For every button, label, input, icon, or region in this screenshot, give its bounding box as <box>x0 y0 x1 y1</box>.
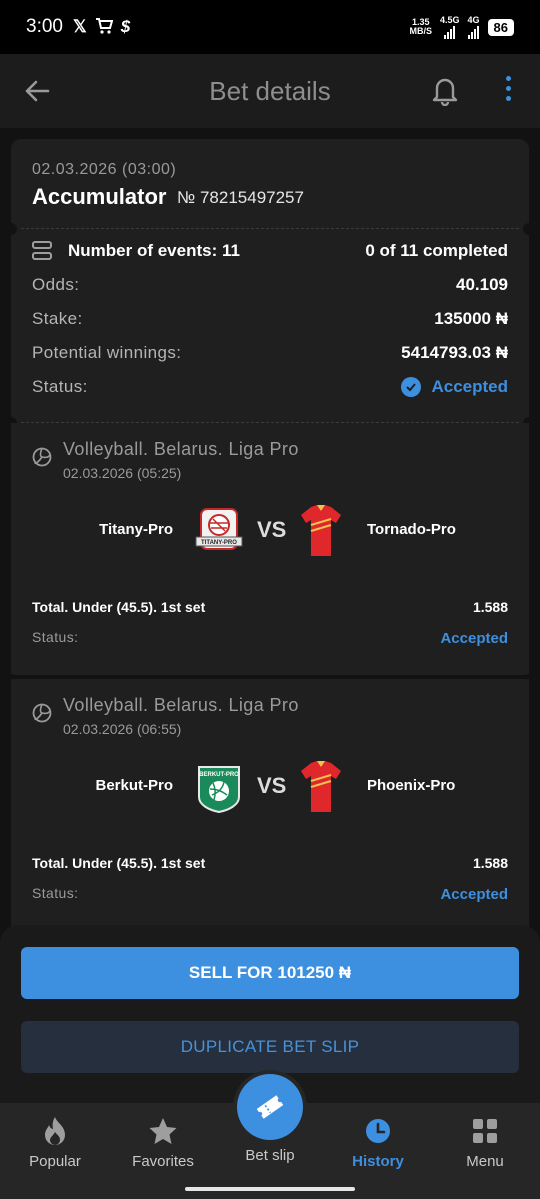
dot <box>505 96 511 101</box>
event-league: Volleyball. Belarus. Liga Pro <box>63 439 299 459</box>
tab-menu[interactable]: Menu <box>431 1113 539 1170</box>
signal-bars-icon <box>444 25 456 39</box>
event-status-label: Status: <box>32 885 79 901</box>
signal-bars-icon <box>468 25 480 39</box>
market-name: Total. Under (45.5). 1st set <box>32 599 206 615</box>
tab-bet-slip[interactable]: Bet slip <box>216 1143 324 1164</box>
market-odds: 1.588 <box>472 855 508 871</box>
market-name: Total. Under (45.5). 1st set <box>32 855 206 871</box>
stake-row: Stake: 135000 ₦ <box>32 306 508 332</box>
status-badge: Accepted <box>401 377 508 397</box>
dollar-icon: $ <box>120 17 131 36</box>
odds-row: Odds: 40.109 <box>32 272 508 298</box>
team-home: Titany-Pro <box>99 521 173 538</box>
vs-label: VS <box>257 773 287 798</box>
star-icon <box>149 1118 177 1144</box>
bet-number: № 78215497257 <box>177 188 304 207</box>
tab-label: Popular <box>29 1153 81 1170</box>
winnings-value: 5414793.03 ₦ <box>401 343 508 362</box>
event-date: 02.03.2026 (06:55) <box>63 721 182 737</box>
ticket-notch <box>523 223 535 235</box>
events-row: Number of events: 11 0 of 11 completed <box>32 238 508 264</box>
tab-label: History <box>352 1153 404 1170</box>
tab-label: Menu <box>466 1153 504 1170</box>
event-league: Volleyball. Belarus. Liga Pro <box>63 695 299 715</box>
odds-value: 40.109 <box>456 275 508 294</box>
events-icon <box>32 241 52 261</box>
logo-text: BERKUT-PRO <box>199 772 239 778</box>
flame-icon <box>45 1117 65 1145</box>
team-jersey-icon <box>301 505 341 556</box>
team-logo-titany: TITANY-PRO <box>195 508 243 550</box>
volleyball-icon <box>32 447 52 467</box>
signal-1: 4.5G <box>440 15 460 39</box>
check-circle-icon <box>401 377 422 397</box>
more-options-button[interactable] <box>496 76 520 106</box>
event-status-value: Accepted <box>440 886 508 903</box>
logo-text: TITANY-PRO <box>201 540 237 546</box>
battery-indicator: 86 <box>487 18 514 36</box>
bet-summary-card: 02.03.2026 (03:00) Accumulator № 7821549… <box>5 139 535 429</box>
tab-favorites[interactable]: Favorites <box>109 1113 217 1170</box>
app-bar: Bet details <box>0 54 540 128</box>
stake-value: 135000 ₦ <box>434 309 508 328</box>
winnings-label: Potential winnings: <box>32 343 182 362</box>
notifications-button[interactable] <box>430 74 460 107</box>
tab-popular[interactable]: Popular <box>1 1113 109 1170</box>
tab-history[interactable]: History <box>324 1113 432 1170</box>
market-odds: 1.588 <box>472 599 508 615</box>
event-card[interactable]: Volleyball. Belarus. Liga Pro 02.03.2026… <box>11 679 529 931</box>
divider <box>21 228 519 229</box>
cart-icon <box>95 18 113 34</box>
team-logo-berkut: BERKUT-PRO <box>198 766 240 813</box>
bell-icon <box>432 78 458 107</box>
events-completed: 0 of 11 completed <box>365 241 508 260</box>
dot <box>505 76 511 81</box>
status-bar: 3:00 𝕏 $ 1.35 MB/S 4.5G 4G 86 <box>0 0 540 54</box>
net-speed: 1.35 MB/S <box>409 17 433 36</box>
volleyball-icon <box>32 703 52 723</box>
sell-button[interactable]: SELL FOR 101250 ₦ <box>21 947 519 999</box>
grid-icon <box>473 1119 497 1143</box>
clock-icon <box>366 1119 390 1143</box>
winnings-row: Potential winnings: 5414793.03 ₦ <box>32 340 508 366</box>
status-value: Accepted <box>431 377 508 396</box>
bet-date: 02.03.2026 (03:00) <box>32 161 177 178</box>
event-status-value: Accepted <box>440 630 508 647</box>
x-icon: 𝕏 <box>72 17 87 36</box>
team-jersey-icon <box>301 761 341 812</box>
team-home: Berkut-Pro <box>95 777 173 794</box>
stake-label: Stake: <box>32 309 83 328</box>
dot <box>505 86 511 91</box>
ticket-notch <box>5 223 17 235</box>
vs-label: VS <box>257 517 287 542</box>
tab-label: Bet slip <box>245 1147 295 1164</box>
home-indicator[interactable] <box>185 1187 355 1191</box>
event-card[interactable]: Volleyball. Belarus. Liga Pro 02.03.2026… <box>5 423 535 686</box>
signal-2: 4G <box>468 15 480 39</box>
odds-label: Odds: <box>32 275 80 294</box>
bet-slip-button[interactable] <box>237 1074 303 1140</box>
status-label: Status: <box>32 377 88 396</box>
event-date: 02.03.2026 (05:25) <box>63 465 182 481</box>
team-away: Tornado-Pro <box>367 521 456 538</box>
event-status-label: Status: <box>32 629 79 645</box>
status-time: 3:00 <box>26 16 63 37</box>
duplicate-bet-slip-button[interactable]: DUPLICATE BET SLIP <box>21 1021 519 1073</box>
status-row: Status: Accepted <box>32 374 508 400</box>
system-indicators: 1.35 MB/S 4.5G 4G 86 <box>409 15 514 39</box>
events-count: Number of events: 11 <box>68 241 240 260</box>
tab-label: Favorites <box>132 1153 194 1170</box>
team-away: Phoenix-Pro <box>367 777 456 794</box>
notification-icons: 𝕏 $ <box>73 17 130 37</box>
bet-type: Accumulator <box>32 184 167 209</box>
ticket-icon <box>256 1095 284 1119</box>
